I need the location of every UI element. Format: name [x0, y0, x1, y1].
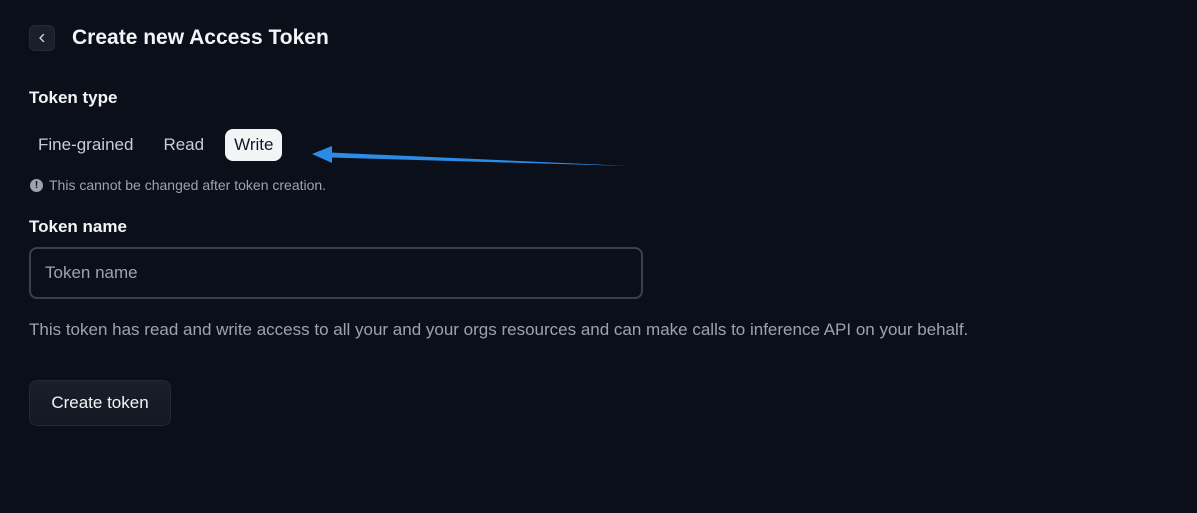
token-type-write[interactable]: Write — [225, 129, 283, 161]
chevron-left-icon — [39, 33, 45, 43]
annotation-arrow-shaft — [330, 152, 630, 166]
token-type-fine-grained[interactable]: Fine-grained — [29, 129, 142, 161]
token-type-selector: Fine-grained Read Write — [29, 129, 283, 161]
token-type-read[interactable]: Read — [154, 129, 213, 161]
page-title: Create new Access Token — [72, 26, 329, 49]
back-button[interactable] — [29, 25, 55, 51]
token-type-label: Token type — [29, 88, 118, 107]
page-header: Create new Access Token — [29, 25, 329, 51]
create-token-button[interactable]: Create token — [29, 380, 171, 426]
token-name-input[interactable] — [29, 247, 643, 299]
warning-text: This cannot be changed after token creat… — [49, 177, 327, 193]
annotation-arrow-head — [312, 146, 332, 163]
token-description: This token has read and write access to … — [29, 320, 969, 339]
token-type-warning: ! This cannot be changed after token cre… — [30, 177, 326, 193]
exclamation-circle-icon: ! — [30, 178, 43, 192]
token-name-label: Token name — [29, 217, 127, 236]
